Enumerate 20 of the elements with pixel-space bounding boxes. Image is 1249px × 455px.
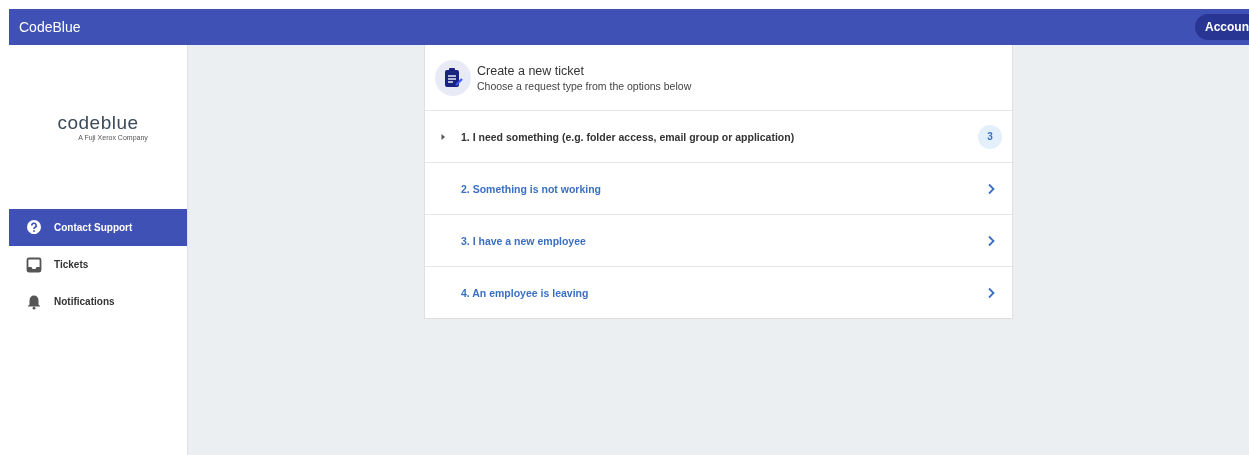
chevron-right-icon — [986, 286, 996, 299]
request-option[interactable]: 4. An employee is leaving — [425, 267, 1012, 318]
card-subtitle: Choose a request type from the options below — [477, 79, 692, 92]
help-icon — [26, 219, 42, 236]
account-button[interactable]: Accoun — [1195, 14, 1249, 40]
clipboard-icon — [435, 59, 471, 96]
card-title: Create a new ticket — [477, 63, 585, 78]
inbox-icon — [26, 256, 42, 273]
request-option[interactable]: 2. Something is not working — [425, 163, 1012, 215]
bell-icon — [26, 293, 42, 310]
sidebar-item[interactable]: Notifications — [9, 283, 187, 320]
request-option[interactable]: 1. I need something (e.g. folder access, email group or application) 3 — [425, 111, 1012, 163]
chevron-right-icon — [986, 182, 996, 195]
chevron-right-icon — [986, 234, 996, 247]
sidebar-item[interactable]: Contact Support — [9, 209, 187, 246]
count-badge: 3 — [978, 124, 1002, 149]
logo-wordmark: codeblue — [57, 113, 139, 132]
request-option[interactable]: 3. I have a new employee — [425, 215, 1012, 267]
sidebar-item[interactable]: Tickets — [9, 246, 187, 283]
app-title: CodeBlue — [19, 19, 81, 35]
